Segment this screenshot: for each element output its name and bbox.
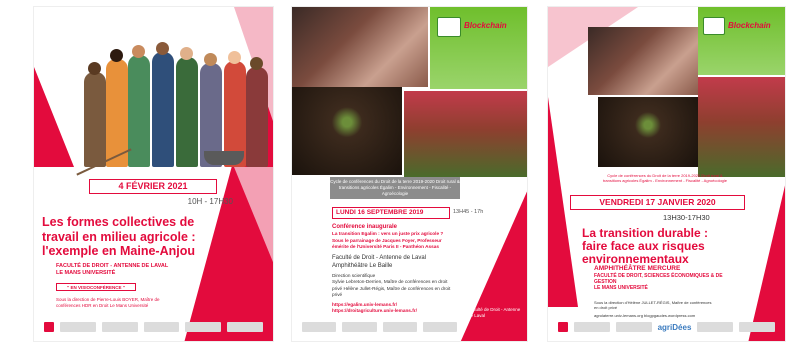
partner-logo bbox=[342, 322, 377, 332]
partner-logo bbox=[739, 322, 775, 332]
event-place: FACULTÉ DE DROIT - ANTENNE DE LAVAL LE M… bbox=[56, 263, 168, 277]
amphi-university: LE MANS UNIVERSITÉ bbox=[594, 284, 648, 291]
event-links[interactable]: agrolaterre.univ-lemans.org blogpgaudes.… bbox=[594, 313, 714, 318]
university-logo bbox=[44, 322, 54, 332]
conference-banner: Cycle de conférences du Droit de la terr… bbox=[602, 173, 728, 183]
event-date: VENDREDI 17 JANVIER 2020 bbox=[570, 195, 745, 210]
event-date: 4 FÉVRIER 2021 bbox=[89, 179, 217, 194]
direction-names: Sylvie Lebreton-Derrien, Maître de confé… bbox=[332, 279, 451, 297]
blockchain-label: Blockchain bbox=[728, 21, 771, 30]
partner-logo bbox=[227, 322, 263, 332]
faculty-logo: Faculté de Droit - Antenne de Laval bbox=[468, 307, 521, 318]
seedling-photo bbox=[292, 87, 402, 175]
event-date: LUNDI 16 SEPTEMBRE 2019 bbox=[332, 207, 450, 219]
event-direction: Sous la direction de Pierre-Louis BOYER,… bbox=[56, 297, 160, 308]
handshake-photo bbox=[588, 27, 698, 95]
partner-logo bbox=[302, 322, 337, 332]
conference-subject: La transition Egalim : vers un juste pri… bbox=[332, 231, 444, 236]
link-agriculture[interactable]: https://droitagriculture.univ-lemans.fr/ bbox=[332, 308, 457, 315]
conference-patronage: Sous le parrainage de Jacques Foyer, Pro… bbox=[332, 237, 442, 250]
event-time: 10H - 17H30 bbox=[187, 197, 233, 206]
partner-logos bbox=[44, 321, 263, 333]
event-note: " EN VISIOCONFÉRENCE " bbox=[56, 283, 136, 291]
direction-text: Sous la direction d'Hélène JULLET-RÉGIS,… bbox=[594, 300, 712, 310]
partner-logo bbox=[615, 322, 652, 332]
poster-farming-cooperation[interactable]: 4 FÉVRIER 2021 10H - 17H30 Les formes co… bbox=[33, 6, 274, 342]
seedling-photo bbox=[598, 97, 698, 167]
conference-label: Conférence inaugurale bbox=[332, 224, 398, 230]
amphi-faculty: FACULTÉ DE DROIT, SCIENCES ÉCONOMIQUES &… bbox=[594, 272, 723, 285]
partner-logos: agriDées bbox=[558, 321, 775, 333]
place-line1: FACULTÉ DE DROIT - ANTENNE DE LAVAL bbox=[56, 263, 169, 269]
event-title: Les formes collectives de travail en mil… bbox=[42, 215, 196, 258]
partner-logo bbox=[422, 322, 457, 332]
conference-banner: Cycle de conférences du Droit de la terr… bbox=[330, 177, 460, 199]
amphi-name: AMPHITHÉÂTRE MERCURE bbox=[594, 265, 681, 272]
field-photo bbox=[698, 77, 785, 177]
event-time: 13H45 - 17h bbox=[453, 209, 484, 215]
handshake-photo bbox=[292, 7, 428, 87]
partner-logo bbox=[382, 322, 417, 332]
event-details: Conférence inaugurale La transition Egal… bbox=[332, 223, 457, 315]
partner-logo bbox=[697, 322, 734, 332]
partner-logo bbox=[143, 322, 180, 332]
farmers-illustration bbox=[74, 17, 269, 176]
blockchain-icon bbox=[437, 17, 461, 37]
place-line2: LE MANS UNIVERSITÉ bbox=[56, 270, 116, 276]
partner-logo bbox=[60, 322, 96, 332]
field-photo bbox=[404, 91, 527, 177]
partner-logos bbox=[302, 321, 457, 333]
event-time: 13H30-17H30 bbox=[663, 213, 710, 222]
agridees-logo: agriDées bbox=[657, 322, 692, 332]
poster-egalim-transition[interactable]: Blockchain Cycle de conférences du Droit… bbox=[291, 6, 528, 342]
event-title: La transition durable : faire face aux r… bbox=[582, 226, 709, 266]
blockchain-icon bbox=[703, 17, 725, 35]
partner-logo bbox=[101, 322, 138, 332]
poster-sustainable-transition[interactable]: Blockchain Cycle de conférences du Droit… bbox=[547, 6, 786, 342]
event-direction: Sous la direction d'Hélène JULLET-RÉGIS,… bbox=[594, 300, 714, 318]
event-place: AMPHITHÉÂTRE MERCURE FACULTÉ DE DROIT, S… bbox=[594, 265, 724, 291]
place-line1: Faculté de Droit - Antenne de Laval bbox=[332, 254, 427, 261]
partner-logo bbox=[185, 322, 222, 332]
blockchain-label: Blockchain bbox=[464, 21, 507, 30]
partner-logo bbox=[574, 322, 610, 332]
university-logo bbox=[558, 322, 568, 332]
place-line2: Amphithéâtre Le Baille bbox=[332, 262, 393, 269]
